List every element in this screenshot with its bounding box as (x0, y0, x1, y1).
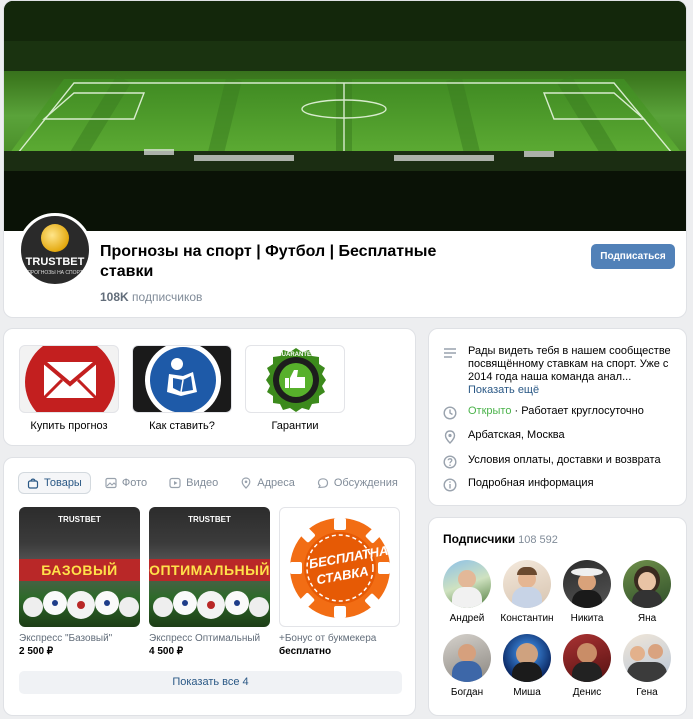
group-description: Рады видеть тебя в нашем сообществе посв… (468, 345, 671, 396)
avatar (443, 560, 491, 608)
product-card[interactable]: TRUSTBET ОПТИМАЛЬНЫЙ Экспресс Оптимальны… (149, 507, 270, 657)
avatar (563, 634, 611, 682)
subscriber-item[interactable]: Денис (557, 634, 617, 698)
product-price: 4 500 ₽ (149, 646, 184, 657)
product-price: бесплатно (279, 646, 332, 657)
subscribers-count: 108K (100, 290, 129, 304)
address-link[interactable]: Арбатская, Москва (468, 429, 565, 442)
subscriber-name: Андрей (449, 613, 485, 624)
market-link-howto[interactable]: Как ставить? (132, 345, 232, 432)
product-name: Экспресс Оптимальный (149, 633, 261, 644)
product-card[interactable]: TRUSTBET БАЗОВЫЙ Экспресс "Базовый" 2 50… (19, 507, 140, 657)
terms-row[interactable]: Условия оплаты, доставки и возврата (443, 454, 661, 469)
subscribe-button[interactable]: Подписаться (591, 244, 675, 269)
avatar (623, 634, 671, 682)
subscriber-item[interactable]: Яна (617, 560, 677, 624)
avatar (623, 560, 671, 608)
photo-icon (105, 477, 117, 489)
subscriber-item[interactable]: Никита (557, 560, 617, 624)
subscribers-count-line[interactable]: 108K подписчиков (100, 290, 202, 304)
product-price: 2 500 ₽ (19, 646, 54, 657)
hours-row[interactable]: Открыто · Работает круглосуточно (443, 405, 644, 420)
subscriber-name: Миша (513, 687, 541, 698)
guarantee-badge-icon: GUARANTEE (266, 348, 326, 412)
pin-icon (241, 477, 251, 489)
tab-addresses[interactable]: Адреса (232, 472, 303, 494)
info-icon (443, 478, 457, 492)
chat-icon (317, 478, 328, 489)
subscriber-item[interactable]: Миша (497, 634, 557, 698)
details-link[interactable]: Подробная информация (468, 477, 594, 490)
subscriber-name: Богдан (450, 687, 484, 698)
market-link-label: Гарантии (271, 420, 319, 432)
avatar (503, 634, 551, 682)
subscriber-name: Яна (637, 613, 657, 624)
pin-icon (444, 430, 456, 444)
product-image: TRUSTBET ОПТИМАЛЬНЫЙ (149, 507, 270, 627)
group-header: TRUSTBET ПРОГНОЗЫ НА СПОРТ Прогнозы на с… (3, 0, 687, 318)
subscriber-item[interactable]: Гена (617, 634, 677, 698)
description-row: Рады видеть тебя в нашем сообществе посв… (443, 345, 678, 397)
subscribers-total: 108 592 (518, 534, 558, 546)
subscriber-item[interactable]: Константин (497, 560, 557, 624)
address-row[interactable]: Арбатская, Москва (443, 429, 565, 444)
video-icon (169, 477, 181, 489)
avatar (503, 560, 551, 608)
subscribers-label: подписчиков (132, 290, 203, 304)
about-section: Рады видеть тебя в нашем сообществе посв… (428, 328, 687, 506)
cover-image (4, 1, 686, 231)
product-card[interactable]: БЕСПЛАТНАЯ СТАВКА +Бонус от букмекера бе… (279, 507, 400, 657)
footballs-icon (153, 591, 269, 619)
open-status: Открыто (468, 405, 512, 417)
tab-photo[interactable]: Фото (97, 472, 155, 494)
subscriber-name: Константин (500, 613, 554, 624)
open-hours: · Работает круглосуточно (514, 405, 644, 417)
subscribers-section: Подписчики 108 592 Андрей Константин Ники… (428, 517, 687, 716)
terms-link[interactable]: Условия оплаты, доставки и возврата (468, 454, 661, 467)
product-name: Экспресс "Базовый" (19, 633, 113, 644)
question-icon (443, 455, 457, 469)
show-all-products-button[interactable]: Показать все 4 (19, 671, 402, 694)
avatar (443, 634, 491, 682)
products-section: Товары Фото Видео Адреса Обсуждения TRUS… (3, 457, 416, 716)
svg-text:GUARANTEE: GUARANTEE (277, 352, 315, 358)
subscriber-item[interactable]: Андрей (437, 560, 497, 624)
product-image: TRUSTBET БАЗОВЫЙ (19, 507, 140, 627)
show-more-link[interactable]: Показать ещё (468, 384, 539, 396)
subscriber-name: Гена (636, 687, 658, 698)
subscriber-name: Никита (570, 613, 604, 624)
envelope-icon (25, 346, 115, 412)
product-name: +Бонус от букмекера (279, 633, 377, 644)
market-link-guarantee[interactable]: GUARANTEE Гарантии (245, 345, 345, 432)
avatar (563, 560, 611, 608)
subscriber-name: Денис (572, 687, 602, 698)
clock-icon (443, 406, 457, 420)
product-image: БЕСПЛАТНАЯ СТАВКА (279, 507, 400, 627)
bag-icon (27, 478, 39, 489)
tab-video[interactable]: Видео (161, 472, 226, 494)
page-title: Прогнозы на спорт | Футбол | Бесплатные … (100, 243, 437, 280)
details-row[interactable]: Подробная информация (443, 477, 594, 492)
footballs-icon (23, 591, 139, 619)
market-link-buy[interactable]: Купить прогноз (19, 345, 119, 432)
group-avatar[interactable]: TRUSTBET ПРОГНОЗЫ НА СПОРТ (18, 213, 92, 287)
subscribers-heading[interactable]: Подписчики 108 592 (443, 532, 558, 546)
tab-discussions[interactable]: Обсуждения (309, 472, 406, 494)
reading-person-icon (145, 346, 221, 412)
football-icon (41, 224, 69, 252)
market-link-label: Купить прогноз (30, 420, 108, 432)
market-links: Купить прогноз Как ставить? GUARANTEE Га… (3, 328, 416, 446)
description-icon (444, 348, 456, 358)
market-link-label: Как ставить? (149, 420, 215, 432)
tab-goods[interactable]: Товары (18, 472, 91, 494)
subscriber-item[interactable]: Богдан (437, 634, 497, 698)
content-tabs: Товары Фото Видео Адреса Обсуждения (18, 471, 415, 495)
